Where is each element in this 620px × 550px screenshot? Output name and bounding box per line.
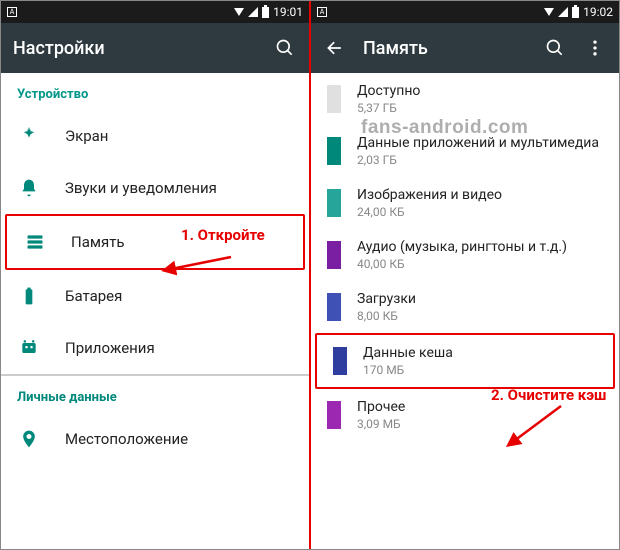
mem-label: Изображения и видео bbox=[357, 187, 603, 203]
item-label: Память bbox=[71, 233, 287, 251]
item-display[interactable]: Экран bbox=[1, 110, 309, 162]
overflow-icon[interactable] bbox=[583, 36, 607, 60]
page-title: Память bbox=[363, 38, 527, 59]
mem-audio[interactable]: Аудио (музыка, рингтоны и т.д.) 40,00 КБ bbox=[311, 229, 619, 281]
item-label: Экран bbox=[65, 127, 293, 145]
search-icon[interactable] bbox=[543, 36, 567, 60]
battery-icon bbox=[572, 7, 579, 18]
mem-label: Аудио (музыка, рингтоны и т.д.) bbox=[357, 239, 603, 255]
item-battery[interactable]: Батарея bbox=[1, 270, 309, 322]
mem-cache[interactable]: Данные кеша 170 МБ bbox=[315, 333, 615, 389]
color-swatch bbox=[327, 401, 341, 429]
mem-label: Данные приложений и мультимедиа bbox=[357, 135, 603, 151]
status-bar: A 19:02 bbox=[311, 1, 619, 23]
mem-label: Прочее bbox=[357, 399, 603, 415]
mem-label: Данные кеша bbox=[363, 345, 597, 361]
mem-size: 24,00 КБ bbox=[357, 205, 603, 219]
mem-images[interactable]: Изображения и видео 24,00 КБ bbox=[311, 177, 619, 229]
status-bar: A 19:01 bbox=[1, 1, 309, 23]
settings-list: Устройство Экран Звуки и уведомления Пам… bbox=[1, 73, 309, 549]
item-memory[interactable]: Память bbox=[5, 214, 305, 270]
item-label: Местоположение bbox=[65, 430, 293, 448]
mem-size: 170 МБ bbox=[363, 363, 597, 377]
settings-panel: A 19:01 Настройки Устройство Экран bbox=[1, 1, 309, 549]
memory-panel: A 19:02 Память Доступно 5,37 ГБ bbox=[311, 1, 619, 549]
mem-label: Доступно bbox=[357, 83, 603, 99]
storage-icon bbox=[23, 230, 47, 254]
wifi-icon bbox=[544, 8, 554, 16]
mem-size: 8,00 КБ bbox=[357, 309, 603, 323]
color-swatch bbox=[327, 293, 341, 321]
color-swatch bbox=[327, 189, 341, 217]
item-label: Батарея bbox=[65, 287, 293, 305]
item-apps[interactable]: Приложения bbox=[1, 322, 309, 374]
battery-icon bbox=[17, 284, 41, 308]
apps-icon bbox=[17, 336, 41, 360]
mem-size: 40,00 КБ bbox=[357, 257, 603, 271]
item-location[interactable]: Местоположение bbox=[1, 413, 309, 465]
bell-icon bbox=[17, 176, 41, 200]
mem-available[interactable]: Доступно 5,37 ГБ bbox=[311, 73, 619, 125]
item-label: Звуки и уведомления bbox=[65, 179, 293, 197]
signal-icon bbox=[558, 7, 568, 17]
item-sounds[interactable]: Звуки и уведомления bbox=[1, 162, 309, 214]
location-icon bbox=[17, 427, 41, 451]
battery-icon bbox=[262, 7, 269, 18]
display-icon bbox=[17, 124, 41, 148]
app-bar: Память bbox=[311, 23, 619, 73]
mem-size: 5,37 ГБ bbox=[357, 101, 603, 115]
mem-size: 2,03 ГБ bbox=[357, 153, 603, 167]
wifi-icon bbox=[234, 8, 244, 16]
page-title: Настройки bbox=[13, 38, 257, 59]
memory-list: Доступно 5,37 ГБ Данные приложений и мул… bbox=[311, 73, 619, 549]
mem-other[interactable]: Прочее 3,09 МБ bbox=[311, 389, 619, 441]
mem-downloads[interactable]: Загрузки 8,00 КБ bbox=[311, 281, 619, 333]
clock: 19:02 bbox=[583, 5, 613, 19]
search-icon[interactable] bbox=[273, 36, 297, 60]
clock: 19:01 bbox=[273, 5, 303, 19]
color-swatch bbox=[333, 347, 347, 375]
color-swatch bbox=[327, 241, 341, 269]
signal-icon bbox=[248, 7, 258, 17]
section-device: Устройство bbox=[1, 73, 309, 110]
back-icon[interactable] bbox=[323, 36, 347, 60]
mem-apps[interactable]: Данные приложений и мультимедиа 2,03 ГБ bbox=[311, 125, 619, 177]
mem-label: Загрузки bbox=[357, 291, 603, 307]
mem-size: 3,09 МБ bbox=[357, 417, 603, 431]
color-swatch bbox=[327, 85, 341, 113]
color-swatch bbox=[327, 137, 341, 165]
app-bar: Настройки bbox=[1, 23, 309, 73]
section-personal: Личные данные bbox=[1, 376, 309, 413]
item-label: Приложения bbox=[65, 339, 293, 357]
